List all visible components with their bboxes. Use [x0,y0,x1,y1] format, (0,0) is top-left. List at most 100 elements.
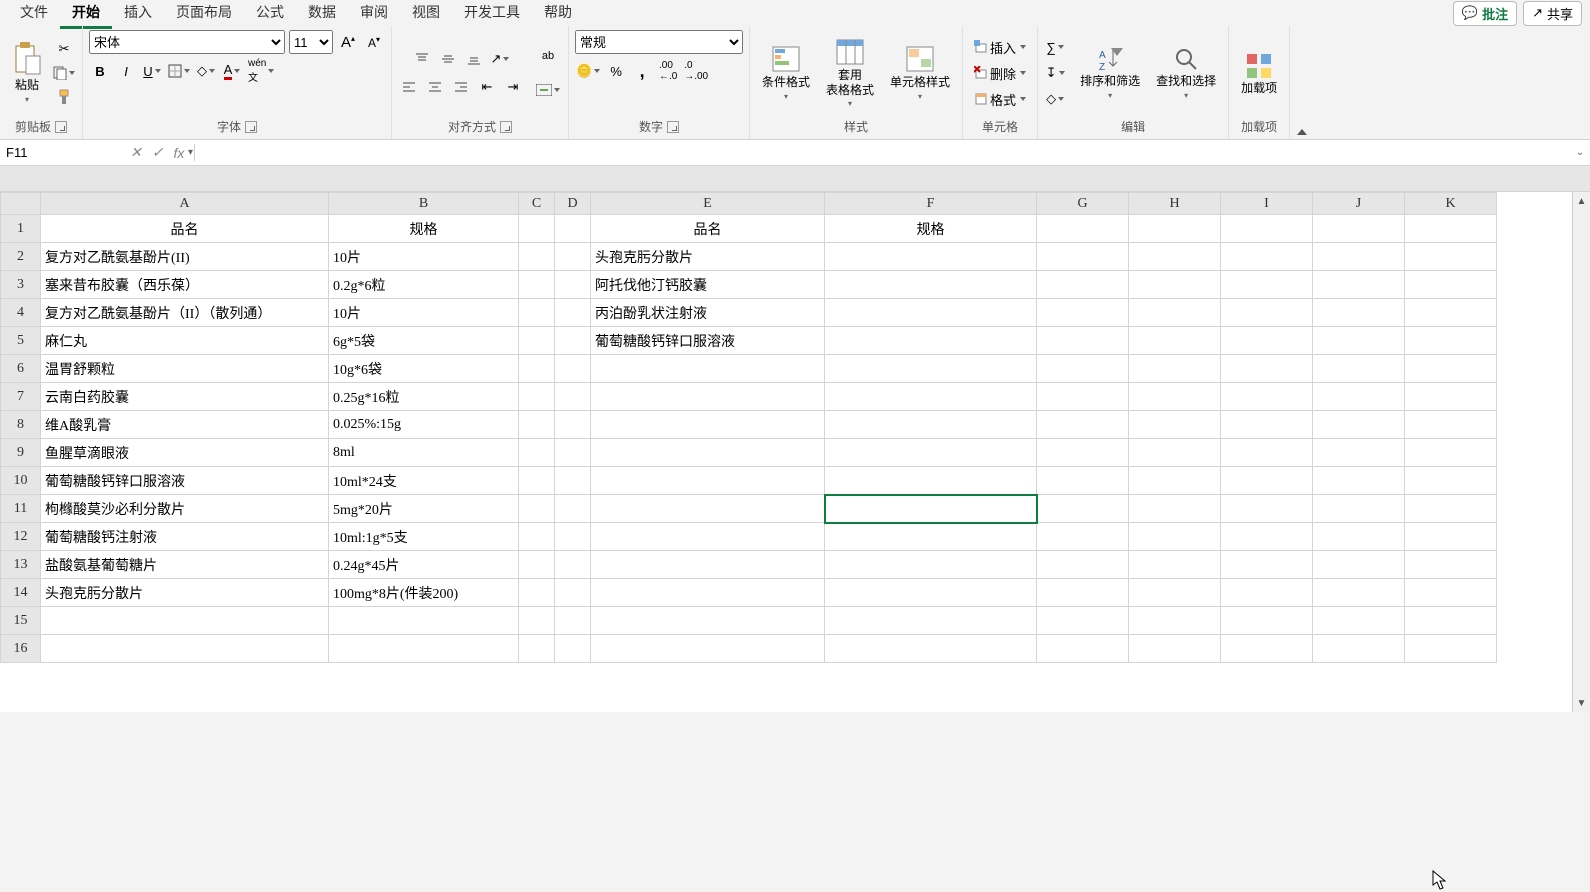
cell-B13[interactable]: 0.24g*45片 [329,551,519,579]
cell-G11[interactable] [1037,495,1129,523]
cell-K16[interactable] [1405,635,1497,663]
cell-D13[interactable] [555,551,591,579]
cell-H7[interactable] [1129,383,1221,411]
fill-color-button[interactable]: ◇ [195,60,217,82]
cell-J9[interactable] [1313,439,1405,467]
cell-I10[interactable] [1221,467,1313,495]
cell-E16[interactable] [591,635,825,663]
cell-F14[interactable] [825,579,1037,607]
paste-button[interactable]: 粘贴 ▾ [6,38,48,107]
cell-E14[interactable] [591,579,825,607]
cell-I7[interactable] [1221,383,1313,411]
cell-B11[interactable]: 5mg*20片 [329,495,519,523]
cell-E4[interactable]: 丙泊酚乳状注射液 [591,299,825,327]
insert-function-button[interactable]: fx [173,145,184,161]
cell-I12[interactable] [1221,523,1313,551]
cell-G15[interactable] [1037,607,1129,635]
cell-B4[interactable]: 10片 [329,299,519,327]
font-color-button[interactable]: A [221,60,243,82]
autosum-button[interactable]: ∑ [1044,36,1066,58]
cell-C2[interactable] [519,243,555,271]
wrap-text-button[interactable]: ab [534,42,562,70]
accounting-button[interactable]: 🪙 [575,60,601,82]
cell-J1[interactable] [1313,215,1405,243]
row-header-3[interactable]: 3 [1,271,41,299]
cell-I8[interactable] [1221,411,1313,439]
cell-D16[interactable] [555,635,591,663]
enter-formula-button[interactable]: ✓ [152,144,164,161]
cell-J8[interactable] [1313,411,1405,439]
font-name-select[interactable]: 宋体 [89,30,285,54]
cell-K3[interactable] [1405,271,1497,299]
cell-D11[interactable] [555,495,591,523]
cell-F6[interactable] [825,355,1037,383]
cell-H16[interactable] [1129,635,1221,663]
cell-F10[interactable] [825,467,1037,495]
cell-H2[interactable] [1129,243,1221,271]
col-header-J[interactable]: J [1313,193,1405,215]
cell-B3[interactable]: 0.2g*6粒 [329,271,519,299]
number-launcher[interactable] [667,121,679,133]
cell-J11[interactable] [1313,495,1405,523]
cell-J7[interactable] [1313,383,1405,411]
cell-B10[interactable]: 10ml*24支 [329,467,519,495]
cell-D12[interactable] [555,523,591,551]
cell-F7[interactable] [825,383,1037,411]
cell-A3[interactable]: 塞来昔布胶囊（西乐葆） [41,271,329,299]
find-select-button[interactable]: 查找和选择▾ [1150,42,1222,103]
cell-J3[interactable] [1313,271,1405,299]
cell-E9[interactable] [591,439,825,467]
tab-帮助[interactable]: 帮助 [532,0,584,29]
cell-B16[interactable] [329,635,519,663]
cell-H3[interactable] [1129,271,1221,299]
cell-J5[interactable] [1313,327,1405,355]
tab-开发工具[interactable]: 开发工具 [452,0,532,29]
cell-A8[interactable]: 维A酸乳膏 [41,411,329,439]
col-header-I[interactable]: I [1221,193,1313,215]
cell-B6[interactable]: 10g*6袋 [329,355,519,383]
cell-D15[interactable] [555,607,591,635]
cell-A2[interactable]: 复方对乙酰氨基酚片(II) [41,243,329,271]
cell-C5[interactable] [519,327,555,355]
name-box[interactable]: ▾ [0,141,120,165]
border-button[interactable] [167,60,191,82]
formula-input[interactable] [195,141,1570,165]
share-button[interactable]: ↗ 共享 [1523,1,1582,26]
font-size-select[interactable]: 11 [289,30,333,54]
cell-C1[interactable] [519,215,555,243]
cell-A12[interactable]: 葡萄糖酸钙注射液 [41,523,329,551]
col-header-F[interactable]: F [825,193,1037,215]
cell-E13[interactable] [591,551,825,579]
cell-K11[interactable] [1405,495,1497,523]
row-header-14[interactable]: 14 [1,579,41,607]
align-middle-button[interactable] [437,48,459,70]
cell-B9[interactable]: 8ml [329,439,519,467]
cell-G13[interactable] [1037,551,1129,579]
cell-G5[interactable] [1037,327,1129,355]
cell-K15[interactable] [1405,607,1497,635]
cell-F13[interactable] [825,551,1037,579]
indent-decrease-button[interactable]: ⇤ [476,76,498,98]
decrease-font-button[interactable]: A▾ [363,31,385,53]
select-all-corner[interactable] [1,193,41,215]
row-header-8[interactable]: 8 [1,411,41,439]
cell-A6[interactable]: 温胃舒颗粒 [41,355,329,383]
cell-E10[interactable] [591,467,825,495]
cut-button[interactable]: ✂ [53,38,75,60]
cell-style-button[interactable]: 单元格样式▾ [884,41,956,104]
cancel-formula-button[interactable]: ✕ [130,144,142,161]
cell-K6[interactable] [1405,355,1497,383]
expand-formula-bar[interactable]: ⌄ [1570,147,1590,158]
cell-K12[interactable] [1405,523,1497,551]
cell-E12[interactable] [591,523,825,551]
spreadsheet[interactable]: ABCDEFGHIJK1品名规格品名规格2复方对乙酰氨基酚片(II)10片头孢克… [0,192,1497,663]
cell-I15[interactable] [1221,607,1313,635]
cell-D2[interactable] [555,243,591,271]
cell-C3[interactable] [519,271,555,299]
vertical-scrollbar[interactable]: ▲ ▼ [1572,192,1590,712]
cell-H11[interactable] [1129,495,1221,523]
row-header-1[interactable]: 1 [1,215,41,243]
phonetic-button[interactable]: wén文 [247,60,275,82]
delete-cells-button[interactable]: 删除 [969,62,1031,84]
cell-J4[interactable] [1313,299,1405,327]
